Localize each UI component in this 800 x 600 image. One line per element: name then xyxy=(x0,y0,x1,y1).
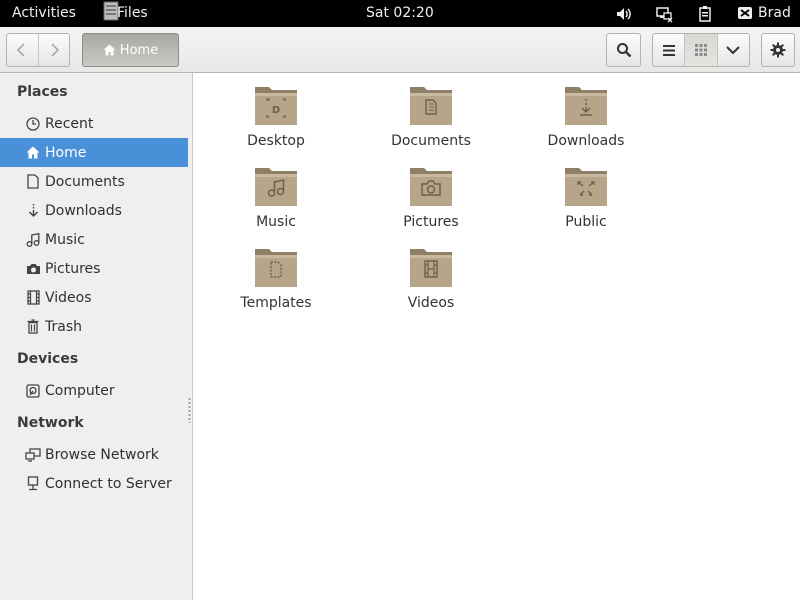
user-name: Brad xyxy=(758,5,791,21)
sidebar-item-label: Music xyxy=(45,231,85,248)
trash-icon xyxy=(25,319,41,335)
forward-button[interactable] xyxy=(37,34,70,66)
list-view-button[interactable] xyxy=(653,34,684,66)
document-icon xyxy=(25,174,41,190)
sidebar-item-documents[interactable]: Documents xyxy=(0,167,188,196)
sidebar: Places Recent Home Documents Downloads M… xyxy=(0,73,193,600)
drive-icon xyxy=(25,383,41,399)
sidebar-item-videos[interactable]: Videos xyxy=(0,283,188,312)
sidebar-item-downloads[interactable]: Downloads xyxy=(0,196,188,225)
sidebar-item-label: Downloads xyxy=(45,202,122,219)
network-icon xyxy=(25,447,41,463)
search-button[interactable] xyxy=(606,33,641,67)
sidebar-item-label: Videos xyxy=(45,289,92,306)
sidebar-item-label: Recent xyxy=(45,115,94,132)
film-icon xyxy=(25,290,41,306)
top-bar: Activities Files Sat 02:20 Brad xyxy=(0,0,800,27)
devices-heading: Devices xyxy=(17,351,79,367)
chevron-down-icon xyxy=(726,45,741,54)
folder-documents[interactable]: Documents xyxy=(371,83,491,149)
app-menu[interactable]: Files xyxy=(103,1,148,21)
folder-label: Documents xyxy=(391,133,471,149)
folder-pictures[interactable]: Pictures xyxy=(371,164,491,230)
grid-icon xyxy=(694,44,707,56)
clipboard-icon[interactable] xyxy=(696,5,714,23)
music-icon xyxy=(25,232,41,248)
sidebar-item-label: Computer xyxy=(45,382,115,399)
sidebar-item-trash[interactable]: Trash xyxy=(0,312,188,341)
clock[interactable]: Sat 02:20 xyxy=(366,5,434,21)
sidebar-item-connect-server[interactable]: Connect to Server xyxy=(0,469,188,498)
svg-text:D: D xyxy=(272,105,280,116)
folder-desktop[interactable]: D Desktop xyxy=(216,83,336,149)
folder-label: Templates xyxy=(240,295,312,311)
server-icon xyxy=(25,476,41,492)
volume-icon[interactable] xyxy=(615,5,633,23)
user-menu[interactable]: Brad xyxy=(737,5,791,21)
home-icon xyxy=(103,44,116,56)
camera-icon xyxy=(25,261,41,277)
public-folder-icon xyxy=(565,168,607,206)
view-mode-buttons xyxy=(652,33,750,67)
sidebar-item-browse-network[interactable]: Browse Network xyxy=(0,440,188,469)
folder-label: Music xyxy=(256,214,296,230)
header-bar: Home xyxy=(0,27,800,73)
sidebar-item-label: Connect to Server xyxy=(45,475,172,492)
sidebar-resize-handle[interactable] xyxy=(188,397,191,423)
sidebar-item-label: Documents xyxy=(45,173,125,190)
path-bar-label: Home xyxy=(119,42,159,58)
downloads-folder-icon xyxy=(565,87,607,125)
sidebar-item-label: Trash xyxy=(45,318,82,335)
templates-folder-icon xyxy=(255,249,297,287)
pictures-folder-icon xyxy=(410,168,452,206)
folder-label: Videos xyxy=(407,295,455,311)
sidebar-item-label: Home xyxy=(45,144,87,161)
folder-templates[interactable]: Templates xyxy=(216,245,336,311)
network-heading: Network xyxy=(17,415,84,431)
activities-button[interactable]: Activities xyxy=(12,5,76,21)
grid-view-button[interactable] xyxy=(684,34,717,66)
folder-music[interactable]: Music xyxy=(216,164,336,230)
places-heading: Places xyxy=(17,84,68,100)
download-icon xyxy=(25,203,41,219)
videos-folder-icon xyxy=(410,249,452,287)
music-folder-icon xyxy=(255,168,297,206)
chevron-right-icon xyxy=(51,43,59,57)
app-menu-label: Files xyxy=(117,5,148,21)
path-bar-home-button[interactable]: Home xyxy=(82,33,179,67)
documents-folder-icon xyxy=(410,87,452,125)
chevron-left-icon xyxy=(17,43,25,57)
folder-public[interactable]: Public xyxy=(526,164,646,230)
desktop-folder-icon: D xyxy=(255,87,297,125)
folder-label: Pictures xyxy=(403,214,459,230)
sidebar-item-label: Browse Network xyxy=(45,446,159,463)
home-icon xyxy=(25,145,41,161)
sidebar-item-computer[interactable]: Computer xyxy=(0,376,188,405)
view-options-button[interactable] xyxy=(716,34,749,66)
app-menu-button[interactable] xyxy=(761,33,795,67)
file-view: D Desktop Documents Downloads Music Pict… xyxy=(193,73,800,600)
list-icon xyxy=(662,44,675,56)
search-icon xyxy=(616,43,631,58)
sidebar-item-home[interactable]: Home xyxy=(0,138,188,167)
clock-icon xyxy=(25,116,41,132)
sidebar-item-music[interactable]: Music xyxy=(0,225,188,254)
sidebar-item-label: Pictures xyxy=(45,260,101,277)
back-button[interactable] xyxy=(7,34,38,66)
user-status-icon xyxy=(738,7,752,19)
sidebar-item-recent[interactable]: Recent xyxy=(0,109,188,138)
gear-icon xyxy=(770,42,786,58)
folder-downloads[interactable]: Downloads xyxy=(526,83,646,149)
network-status-icon[interactable] xyxy=(656,5,674,23)
navigation-buttons xyxy=(6,33,70,67)
folder-videos[interactable]: Videos xyxy=(371,245,491,311)
folder-label: Public xyxy=(565,214,607,230)
sidebar-item-pictures[interactable]: Pictures xyxy=(0,254,188,283)
folder-label: Downloads xyxy=(547,133,625,149)
folder-label: Desktop xyxy=(247,133,305,149)
